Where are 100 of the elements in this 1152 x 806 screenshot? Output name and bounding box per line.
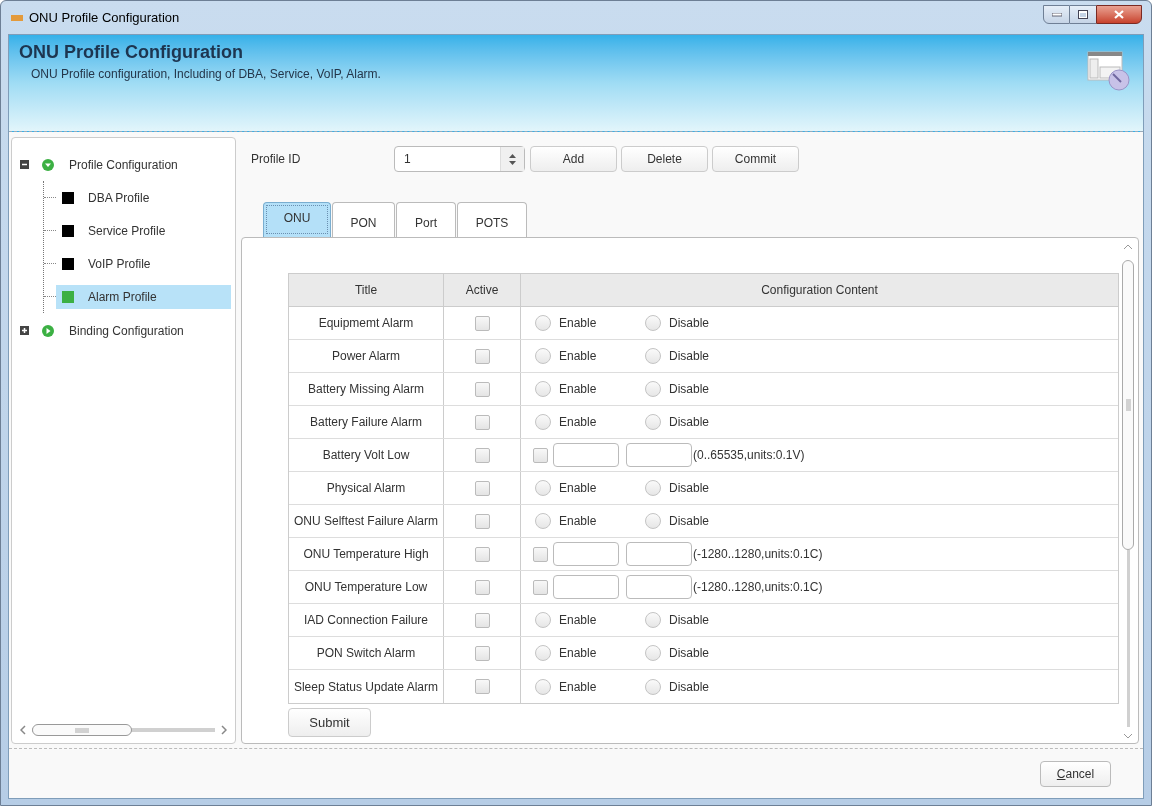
table-cell: Power Alarm bbox=[289, 340, 444, 372]
tab[interactable]: Port bbox=[396, 202, 456, 237]
enable-checkbox[interactable] bbox=[533, 546, 548, 562]
profile-id-label: Profile ID bbox=[251, 151, 302, 168]
active-checkbox[interactable] bbox=[474, 513, 490, 529]
close-button[interactable] bbox=[1096, 5, 1142, 24]
range-hint: (-1280..1280,units:0.1C) bbox=[693, 579, 823, 596]
option-label: Disable bbox=[669, 645, 710, 662]
radio-button[interactable] bbox=[645, 348, 661, 364]
scroll-up-icon[interactable] bbox=[1123, 244, 1133, 250]
option-label: Disable bbox=[669, 480, 710, 497]
option-label: Enable bbox=[559, 480, 597, 497]
toolbar-button[interactable]: Commit bbox=[712, 146, 799, 172]
window-title: ONU Profile Configuration bbox=[29, 8, 180, 27]
option-label: Enable bbox=[559, 645, 597, 662]
table-cell: ONU Temperature High bbox=[289, 538, 444, 570]
radio-button[interactable] bbox=[645, 513, 661, 529]
expander-icon[interactable] bbox=[20, 160, 29, 169]
active-checkbox[interactable] bbox=[474, 315, 490, 331]
close-icon bbox=[1114, 10, 1124, 19]
table-cell: ONU Temperature Low bbox=[289, 571, 444, 603]
minimize-icon bbox=[1051, 12, 1062, 17]
radio-button[interactable] bbox=[535, 645, 551, 661]
option-label: Enable bbox=[559, 678, 597, 696]
tree-item[interactable]: Alarm Profile bbox=[56, 284, 231, 309]
range-hint: (-1280..1280,units:0.1C) bbox=[693, 546, 823, 563]
active-checkbox[interactable] bbox=[474, 381, 490, 397]
tab[interactable]: POTS bbox=[457, 202, 527, 237]
table-cell: Battery Missing Alarm bbox=[289, 373, 444, 405]
submit-button[interactable]: Submit bbox=[288, 708, 371, 737]
option-label: Enable bbox=[559, 513, 597, 530]
radio-button[interactable] bbox=[645, 414, 661, 430]
active-checkbox[interactable] bbox=[474, 348, 490, 364]
tree-item[interactable]: Profile Configuration bbox=[67, 155, 180, 174]
option-label: Enable bbox=[559, 612, 597, 629]
collapsed-node-icon bbox=[42, 324, 54, 337]
range-hint: (0..65535,units:0.1V) bbox=[693, 447, 805, 464]
maximize-button[interactable] bbox=[1070, 5, 1096, 24]
enable-checkbox[interactable] bbox=[533, 447, 548, 463]
min-value-field[interactable] bbox=[553, 443, 619, 467]
tree-item[interactable]: Binding Configuration bbox=[67, 321, 186, 340]
option-label: Disable bbox=[669, 348, 710, 365]
tab[interactable]: PON bbox=[332, 202, 395, 237]
active-checkbox[interactable] bbox=[474, 579, 490, 595]
active-checkbox[interactable] bbox=[474, 414, 490, 430]
radio-button[interactable] bbox=[535, 678, 551, 695]
window-settings-icon bbox=[1087, 51, 1131, 91]
active-checkbox[interactable] bbox=[474, 679, 490, 694]
radio-button[interactable] bbox=[535, 480, 551, 496]
enable-checkbox[interactable] bbox=[533, 579, 548, 595]
profile-id-spinner[interactable]: 1 bbox=[394, 146, 525, 172]
tree-item[interactable]: DBA Profile bbox=[56, 185, 231, 210]
horizontal-scrollbar[interactable] bbox=[32, 724, 215, 736]
active-checkbox[interactable] bbox=[474, 447, 490, 463]
tree-item[interactable]: Service Profile bbox=[56, 218, 231, 243]
radio-button[interactable] bbox=[535, 513, 551, 529]
max-value-field[interactable] bbox=[626, 443, 692, 467]
tree-item[interactable]: VoIP Profile bbox=[56, 251, 231, 276]
table-cell: Physical Alarm bbox=[289, 472, 444, 504]
option-label: Enable bbox=[559, 315, 597, 332]
table-cell: Battery Volt Low bbox=[289, 439, 444, 471]
toolbar-button[interactable]: Delete bbox=[621, 146, 708, 172]
cancel-button[interactable]: Cancel bbox=[1040, 760, 1111, 787]
radio-button[interactable] bbox=[535, 315, 551, 331]
radio-button[interactable] bbox=[645, 612, 661, 628]
option-label: Disable bbox=[669, 678, 710, 696]
active-checkbox[interactable] bbox=[474, 480, 490, 496]
table-cell: Sleep Status Update Alarm bbox=[289, 670, 444, 703]
expander-icon[interactable] bbox=[20, 326, 29, 335]
active-checkbox[interactable] bbox=[474, 546, 490, 562]
table-cell: PON Switch Alarm bbox=[289, 637, 444, 669]
scroll-left-icon[interactable] bbox=[20, 725, 26, 735]
column-header: Active bbox=[444, 274, 521, 306]
max-value-field[interactable] bbox=[626, 542, 692, 566]
tab[interactable]: ONU bbox=[263, 202, 331, 237]
radio-button[interactable] bbox=[645, 678, 661, 695]
radio-button[interactable] bbox=[645, 480, 661, 496]
radio-button[interactable] bbox=[535, 612, 551, 628]
min-value-field[interactable] bbox=[553, 542, 619, 566]
radio-button[interactable] bbox=[645, 315, 661, 331]
maximize-icon bbox=[1078, 10, 1088, 19]
radio-button[interactable] bbox=[535, 414, 551, 430]
scroll-down-icon[interactable] bbox=[1123, 733, 1133, 739]
radio-button[interactable] bbox=[535, 381, 551, 397]
table-cell: ONU Selftest Failure Alarm bbox=[289, 505, 444, 537]
max-value-field[interactable] bbox=[626, 575, 692, 599]
active-checkbox[interactable] bbox=[474, 612, 490, 628]
option-label: Enable bbox=[559, 348, 597, 365]
table-cell: IAD Connection Failure bbox=[289, 604, 444, 636]
spinner-arrows-icon[interactable] bbox=[509, 153, 516, 165]
active-checkbox[interactable] bbox=[474, 645, 490, 661]
scroll-right-icon[interactable] bbox=[221, 725, 227, 735]
radio-button[interactable] bbox=[535, 348, 551, 364]
header-title: ONU Profile Configuration bbox=[19, 41, 244, 63]
radio-button[interactable] bbox=[645, 381, 661, 397]
column-header: Configuration Content bbox=[760, 282, 879, 299]
toolbar-button[interactable]: Add bbox=[530, 146, 617, 172]
min-value-field[interactable] bbox=[553, 575, 619, 599]
option-label: Enable bbox=[559, 414, 597, 431]
radio-button[interactable] bbox=[645, 645, 661, 661]
